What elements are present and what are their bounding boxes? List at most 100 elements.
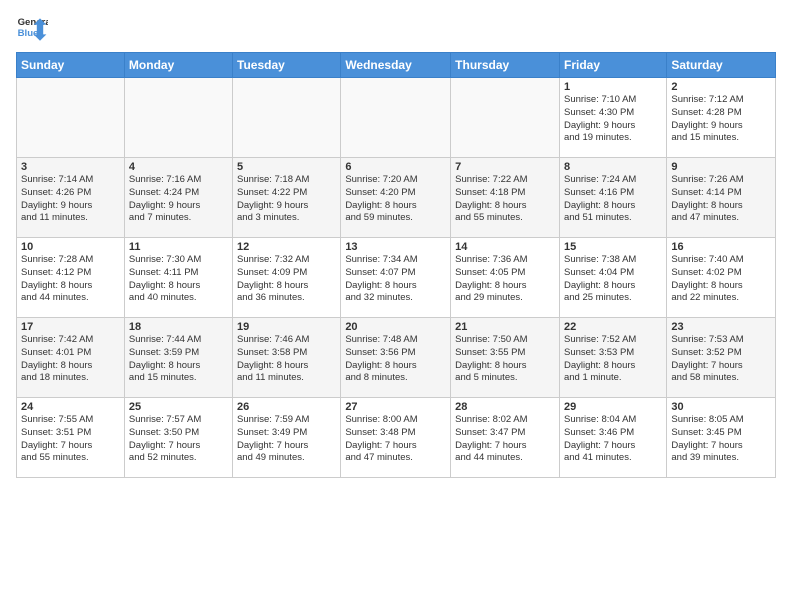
week-row-2: 3Sunrise: 7:14 AM Sunset: 4:26 PM Daylig… (17, 158, 776, 238)
day-info: Sunrise: 7:52 AM Sunset: 3:53 PM Dayligh… (564, 334, 662, 385)
calendar-cell: 26Sunrise: 7:59 AM Sunset: 3:49 PM Dayli… (233, 398, 341, 478)
day-info: Sunrise: 7:18 AM Sunset: 4:22 PM Dayligh… (237, 174, 336, 225)
day-info: Sunrise: 7:48 AM Sunset: 3:56 PM Dayligh… (345, 334, 446, 385)
day-number: 29 (564, 401, 662, 413)
calendar-cell: 24Sunrise: 7:55 AM Sunset: 3:51 PM Dayli… (17, 398, 125, 478)
day-number: 30 (671, 401, 771, 413)
day-number: 5 (237, 161, 336, 173)
day-number: 15 (564, 241, 662, 253)
main-container: General Blue SundayMondayTuesdayWednesda… (0, 0, 792, 486)
day-info: Sunrise: 8:04 AM Sunset: 3:46 PM Dayligh… (564, 414, 662, 465)
day-info: Sunrise: 7:50 AM Sunset: 3:55 PM Dayligh… (455, 334, 555, 385)
header-row: General Blue (16, 12, 776, 44)
calendar-cell: 4Sunrise: 7:16 AM Sunset: 4:24 PM Daylig… (124, 158, 232, 238)
week-row-1: 1Sunrise: 7:10 AM Sunset: 4:30 PM Daylig… (17, 78, 776, 158)
day-info: Sunrise: 7:53 AM Sunset: 3:52 PM Dayligh… (671, 334, 771, 385)
day-info: Sunrise: 7:59 AM Sunset: 3:49 PM Dayligh… (237, 414, 336, 465)
day-number: 1 (564, 81, 662, 93)
day-number: 24 (21, 401, 120, 413)
day-number: 8 (564, 161, 662, 173)
calendar-cell: 27Sunrise: 8:00 AM Sunset: 3:48 PM Dayli… (341, 398, 451, 478)
day-number: 16 (671, 241, 771, 253)
day-info: Sunrise: 7:44 AM Sunset: 3:59 PM Dayligh… (129, 334, 228, 385)
day-header-wednesday: Wednesday (341, 53, 451, 78)
days-header-row: SundayMondayTuesdayWednesdayThursdayFrid… (17, 53, 776, 78)
day-number: 14 (455, 241, 555, 253)
calendar-cell: 28Sunrise: 8:02 AM Sunset: 3:47 PM Dayli… (451, 398, 560, 478)
calendar-cell: 19Sunrise: 7:46 AM Sunset: 3:58 PM Dayli… (233, 318, 341, 398)
week-row-3: 10Sunrise: 7:28 AM Sunset: 4:12 PM Dayli… (17, 238, 776, 318)
calendar-cell (451, 78, 560, 158)
day-number: 12 (237, 241, 336, 253)
day-info: Sunrise: 7:38 AM Sunset: 4:04 PM Dayligh… (564, 254, 662, 305)
day-info: Sunrise: 7:36 AM Sunset: 4:05 PM Dayligh… (455, 254, 555, 305)
day-info: Sunrise: 8:02 AM Sunset: 3:47 PM Dayligh… (455, 414, 555, 465)
day-info: Sunrise: 7:46 AM Sunset: 3:58 PM Dayligh… (237, 334, 336, 385)
calendar-cell: 14Sunrise: 7:36 AM Sunset: 4:05 PM Dayli… (451, 238, 560, 318)
calendar-cell: 22Sunrise: 7:52 AM Sunset: 3:53 PM Dayli… (559, 318, 666, 398)
day-info: Sunrise: 7:40 AM Sunset: 4:02 PM Dayligh… (671, 254, 771, 305)
day-number: 19 (237, 321, 336, 333)
day-info: Sunrise: 7:26 AM Sunset: 4:14 PM Dayligh… (671, 174, 771, 225)
calendar-cell (233, 78, 341, 158)
calendar-cell: 29Sunrise: 8:04 AM Sunset: 3:46 PM Dayli… (559, 398, 666, 478)
day-info: Sunrise: 7:12 AM Sunset: 4:28 PM Dayligh… (671, 94, 771, 145)
day-number: 10 (21, 241, 120, 253)
day-header-thursday: Thursday (451, 53, 560, 78)
calendar-cell: 18Sunrise: 7:44 AM Sunset: 3:59 PM Dayli… (124, 318, 232, 398)
day-info: Sunrise: 7:55 AM Sunset: 3:51 PM Dayligh… (21, 414, 120, 465)
day-header-sunday: Sunday (17, 53, 125, 78)
logo-icon: General Blue (16, 12, 48, 44)
day-number: 22 (564, 321, 662, 333)
day-number: 9 (671, 161, 771, 173)
calendar-cell: 8Sunrise: 7:24 AM Sunset: 4:16 PM Daylig… (559, 158, 666, 238)
day-info: Sunrise: 7:32 AM Sunset: 4:09 PM Dayligh… (237, 254, 336, 305)
day-number: 7 (455, 161, 555, 173)
calendar-cell: 15Sunrise: 7:38 AM Sunset: 4:04 PM Dayli… (559, 238, 666, 318)
calendar-cell: 9Sunrise: 7:26 AM Sunset: 4:14 PM Daylig… (667, 158, 776, 238)
day-number: 13 (345, 241, 446, 253)
day-info: Sunrise: 7:20 AM Sunset: 4:20 PM Dayligh… (345, 174, 446, 225)
calendar-cell: 20Sunrise: 7:48 AM Sunset: 3:56 PM Dayli… (341, 318, 451, 398)
day-info: Sunrise: 7:10 AM Sunset: 4:30 PM Dayligh… (564, 94, 662, 145)
calendar-cell: 1Sunrise: 7:10 AM Sunset: 4:30 PM Daylig… (559, 78, 666, 158)
day-info: Sunrise: 7:22 AM Sunset: 4:18 PM Dayligh… (455, 174, 555, 225)
day-info: Sunrise: 8:05 AM Sunset: 3:45 PM Dayligh… (671, 414, 771, 465)
week-row-4: 17Sunrise: 7:42 AM Sunset: 4:01 PM Dayli… (17, 318, 776, 398)
day-info: Sunrise: 7:34 AM Sunset: 4:07 PM Dayligh… (345, 254, 446, 305)
calendar-cell: 25Sunrise: 7:57 AM Sunset: 3:50 PM Dayli… (124, 398, 232, 478)
logo: General Blue (16, 12, 48, 44)
calendar-cell: 30Sunrise: 8:05 AM Sunset: 3:45 PM Dayli… (667, 398, 776, 478)
day-number: 6 (345, 161, 446, 173)
day-number: 28 (455, 401, 555, 413)
day-info: Sunrise: 7:42 AM Sunset: 4:01 PM Dayligh… (21, 334, 120, 385)
day-info: Sunrise: 7:30 AM Sunset: 4:11 PM Dayligh… (129, 254, 228, 305)
day-info: Sunrise: 7:24 AM Sunset: 4:16 PM Dayligh… (564, 174, 662, 225)
day-number: 23 (671, 321, 771, 333)
calendar-cell: 17Sunrise: 7:42 AM Sunset: 4:01 PM Dayli… (17, 318, 125, 398)
day-header-monday: Monday (124, 53, 232, 78)
day-number: 17 (21, 321, 120, 333)
svg-text:Blue: Blue (18, 28, 39, 39)
calendar-cell: 2Sunrise: 7:12 AM Sunset: 4:28 PM Daylig… (667, 78, 776, 158)
day-number: 18 (129, 321, 228, 333)
day-info: Sunrise: 8:00 AM Sunset: 3:48 PM Dayligh… (345, 414, 446, 465)
calendar-cell (17, 78, 125, 158)
calendar-cell (124, 78, 232, 158)
day-number: 25 (129, 401, 228, 413)
day-number: 3 (21, 161, 120, 173)
calendar-cell: 3Sunrise: 7:14 AM Sunset: 4:26 PM Daylig… (17, 158, 125, 238)
calendar-table: SundayMondayTuesdayWednesdayThursdayFrid… (16, 52, 776, 478)
calendar-cell: 21Sunrise: 7:50 AM Sunset: 3:55 PM Dayli… (451, 318, 560, 398)
calendar-cell: 23Sunrise: 7:53 AM Sunset: 3:52 PM Dayli… (667, 318, 776, 398)
day-info: Sunrise: 7:14 AM Sunset: 4:26 PM Dayligh… (21, 174, 120, 225)
day-header-friday: Friday (559, 53, 666, 78)
calendar-cell: 10Sunrise: 7:28 AM Sunset: 4:12 PM Dayli… (17, 238, 125, 318)
day-number: 20 (345, 321, 446, 333)
calendar-cell: 7Sunrise: 7:22 AM Sunset: 4:18 PM Daylig… (451, 158, 560, 238)
day-info: Sunrise: 7:16 AM Sunset: 4:24 PM Dayligh… (129, 174, 228, 225)
day-number: 26 (237, 401, 336, 413)
calendar-cell: 16Sunrise: 7:40 AM Sunset: 4:02 PM Dayli… (667, 238, 776, 318)
day-number: 4 (129, 161, 228, 173)
day-number: 21 (455, 321, 555, 333)
